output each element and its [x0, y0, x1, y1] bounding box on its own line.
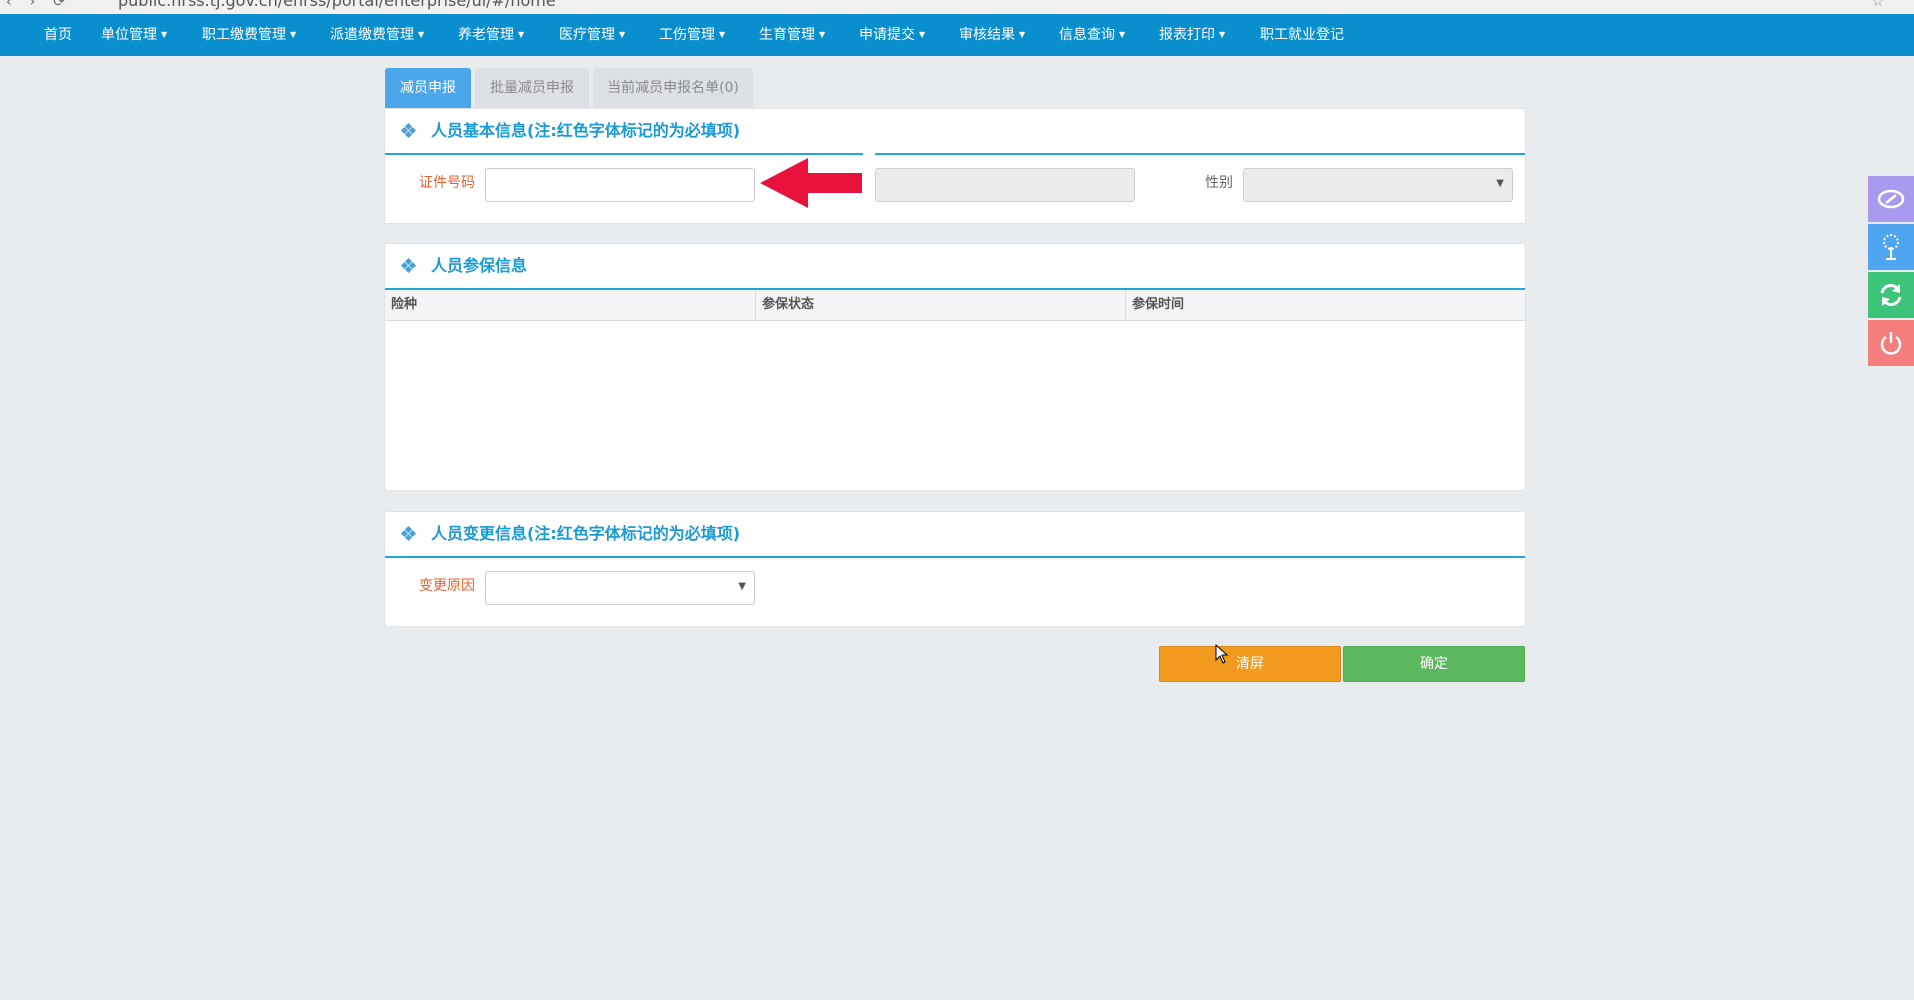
- column-insurance-date[interactable]: 参保时间: [1126, 290, 1525, 320]
- chevron-down-icon: ▼: [1496, 178, 1504, 189]
- power-icon: [1880, 332, 1902, 355]
- insurance-grid-header: 险种 参保状态 参保时间: [385, 290, 1525, 321]
- refresh-button[interactable]: [1868, 272, 1914, 318]
- caret-down-icon: ▼: [1219, 30, 1226, 39]
- confirm-button[interactable]: 确定: [1343, 646, 1525, 682]
- nav-item-maternity[interactable]: 生育管理 ▼: [759, 14, 825, 56]
- basic-info-title: 人员基本信息(注:红色字体标记的为必填项): [431, 121, 741, 140]
- caret-down-icon: ▼: [619, 30, 626, 39]
- id-number-label: 证件号码: [419, 175, 475, 191]
- arrow-backing: [863, 148, 875, 212]
- tree-icon: [1883, 234, 1899, 260]
- nav-item-home[interactable]: 首页: [44, 14, 72, 56]
- nav-item-info-query[interactable]: 信息查询 ▼: [1059, 14, 1125, 56]
- gender-select: ▼: [1243, 168, 1513, 202]
- nav-item-pension[interactable]: 养老管理 ▼: [458, 14, 524, 56]
- social-insurance-button[interactable]: [1868, 176, 1914, 222]
- browser-address-bar: ‹›⟳ public.hrss.tj.gov.cn/ehrss/portal/e…: [0, 0, 1914, 14]
- clear-screen-button[interactable]: 清屏: [1159, 646, 1341, 682]
- address-url[interactable]: public.hrss.tj.gov.cn/ehrss/portal/enter…: [118, 0, 556, 10]
- change-reason-label: 变更原因: [419, 578, 475, 594]
- basic-info-header: 人员基本信息(注:红色字体标记的为必填项): [385, 109, 1525, 155]
- nav-item-medical[interactable]: 医疗管理 ▼: [559, 14, 625, 56]
- diamond-bullet-icon: [400, 122, 417, 139]
- tab-current-list[interactable]: 当前减员申报名单(0): [593, 68, 753, 108]
- nav-item-work-injury[interactable]: 工伤管理 ▼: [659, 14, 725, 56]
- mouse-cursor-icon: [1215, 644, 1229, 664]
- refresh-icon: [1880, 284, 1902, 306]
- nav-item-report-print[interactable]: 报表打印 ▼: [1159, 14, 1225, 56]
- change-reason-select[interactable]: ▼: [485, 571, 755, 605]
- change-info-header: 人员变更信息(注:红色字体标记的为必填项): [385, 512, 1525, 558]
- annotation-arrow-icon: [760, 158, 862, 208]
- nav-item-employment-registration[interactable]: 职工就业登记: [1260, 14, 1344, 56]
- insurance-grid-body: [385, 321, 1525, 489]
- diamond-bullet-icon: [400, 257, 417, 274]
- caret-down-icon: ▼: [1119, 30, 1126, 39]
- column-insurance-status[interactable]: 参保状态: [756, 290, 1126, 320]
- tab-batch-reduce[interactable]: 批量减员申报: [475, 68, 589, 108]
- browser-nav-icons[interactable]: ‹›⟳: [6, 0, 83, 10]
- nav-item-dispatch-payment[interactable]: 派遣缴费管理 ▼: [330, 14, 424, 56]
- caret-down-icon: ▼: [290, 30, 297, 39]
- nav-item-review-results[interactable]: 审核结果 ▼: [959, 14, 1025, 56]
- basic-info-panel: 人员基本信息(注:红色字体标记的为必填项) 证件号码 性别 ▼: [384, 108, 1526, 224]
- bookmark-star-icon[interactable]: ☆: [1871, 0, 1884, 10]
- tab-reduce-staff[interactable]: 减员申报: [385, 68, 471, 108]
- diamond-bullet-icon: [400, 525, 417, 542]
- caret-down-icon: ▼: [161, 30, 168, 39]
- gender-label: 性别: [1205, 175, 1233, 191]
- nav-item-employee-payment[interactable]: 职工缴费管理 ▼: [202, 14, 296, 56]
- caret-down-icon: ▼: [418, 30, 425, 39]
- caret-down-icon: ▼: [919, 30, 926, 39]
- tree-button[interactable]: [1868, 224, 1914, 270]
- change-info-title: 人员变更信息(注:红色字体标记的为必填项): [431, 524, 741, 543]
- chevron-down-icon: ▼: [738, 581, 746, 592]
- caret-down-icon: ▼: [819, 30, 826, 39]
- top-navigation: 首页 单位管理 ▼ 职工缴费管理 ▼ 派遣缴费管理 ▼ 养老管理 ▼ 医疗管理 ▼ 工伤管…: [0, 14, 1914, 56]
- insurance-info-panel: 人员参保信息 险种 参保状态 参保时间: [384, 243, 1526, 491]
- change-info-panel: 人员变更信息(注:红色字体标记的为必填项) 变更原因 ▼: [384, 511, 1526, 627]
- nav-item-unit-management[interactable]: 单位管理 ▼: [101, 14, 167, 56]
- insurance-info-title: 人员参保信息: [431, 256, 528, 275]
- logout-button[interactable]: [1868, 320, 1914, 366]
- social-insurance-icon: [1877, 189, 1905, 209]
- caret-down-icon: ▼: [719, 30, 726, 39]
- caret-down-icon: ▼: [1019, 30, 1026, 39]
- nav-item-submit-application[interactable]: 申请提交 ▼: [859, 14, 925, 56]
- name-input: [875, 168, 1135, 202]
- column-insurance-type[interactable]: 险种: [385, 290, 756, 320]
- insurance-info-header: 人员参保信息: [385, 244, 1525, 290]
- id-number-input[interactable]: [485, 168, 755, 202]
- caret-down-icon: ▼: [518, 30, 525, 39]
